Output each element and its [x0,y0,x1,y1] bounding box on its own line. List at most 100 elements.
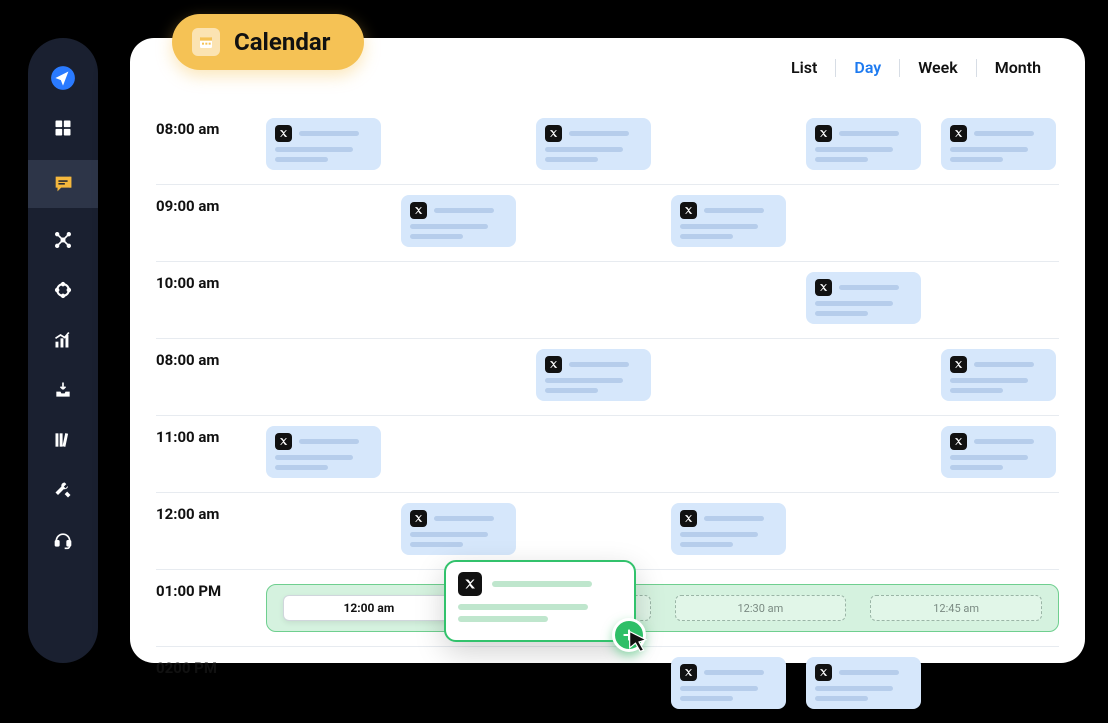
event-card[interactable] [806,272,921,324]
placeholder-line [704,516,764,521]
library-icon[interactable] [45,422,81,458]
placeholder-line [458,604,588,610]
x-platform-icon [950,356,967,373]
x-platform-icon [815,125,832,142]
events-area[interactable] [266,272,1059,328]
placeholder-line [410,532,488,537]
placeholder-line [299,131,359,136]
time-row: 09:00 am [156,185,1059,262]
event-card[interactable] [941,118,1056,170]
placeholder-line [492,581,592,587]
x-platform-icon [680,510,697,527]
event-card[interactable] [671,195,786,247]
compose-event-card[interactable] [444,560,636,642]
placeholder-line [680,532,758,537]
view-tab-day[interactable]: Day [836,58,899,77]
placeholder-line [680,234,733,239]
cursor-pointer-icon [625,628,653,660]
placeholder-line [950,157,1003,162]
placeholder-line [950,455,1028,460]
event-card[interactable] [266,426,381,478]
events-area[interactable]: 12:00 am12:15 am12:30 am12:45 am [266,580,1059,636]
placeholder-line [410,234,463,239]
view-tab-month[interactable]: Month [977,58,1059,77]
target-icon[interactable] [45,272,81,308]
x-platform-icon [545,125,562,142]
placeholder-line [839,670,899,675]
event-card[interactable] [941,349,1056,401]
placeholder-line [545,157,598,162]
headset-icon[interactable] [45,522,81,558]
events-area[interactable] [266,118,1059,174]
placeholder-line [410,224,488,229]
events-area[interactable] [266,503,1059,559]
time-row: 10:00 am [156,262,1059,339]
time-label: 12:00 am [156,503,266,523]
events-area[interactable] [266,349,1059,405]
placeholder-line [815,147,893,152]
placeholder-line [545,388,598,393]
placeholder-line [950,378,1028,383]
placeholder-line [680,542,733,547]
x-platform-icon [458,572,482,596]
time-label: 0200 PM [156,657,266,677]
network-icon[interactable] [45,222,81,258]
events-area[interactable] [266,426,1059,482]
dashboard-icon[interactable] [45,110,81,146]
message-icon[interactable] [28,160,98,208]
placeholder-line [704,208,764,213]
placeholder-line [545,378,623,383]
x-platform-icon [950,433,967,450]
tools-icon[interactable] [45,472,81,508]
x-platform-icon [950,125,967,142]
navigation-icon[interactable] [45,60,81,96]
page-title: Calendar [234,28,330,56]
event-card[interactable] [266,118,381,170]
placeholder-line [815,311,868,316]
time-row: 11:00 am [156,416,1059,493]
time-label: 08:00 am [156,349,266,369]
x-platform-icon [275,433,292,450]
time-slot[interactable]: 12:45 am [870,595,1042,621]
event-card[interactable] [806,657,921,709]
events-area[interactable] [266,195,1059,251]
analytics-icon[interactable] [45,322,81,358]
placeholder-line [950,147,1028,152]
placeholder-line [815,157,868,162]
placeholder-line [950,465,1003,470]
placeholder-line [434,516,494,521]
placeholder-line [410,542,463,547]
event-card[interactable] [671,503,786,555]
time-label: 10:00 am [156,272,266,292]
placeholder-line [839,131,899,136]
placeholder-line [974,362,1034,367]
time-label: 01:00 PM [156,580,266,600]
drop-zone[interactable]: 12:00 am12:15 am12:30 am12:45 am [266,584,1059,632]
x-platform-icon [680,664,697,681]
time-row: 12:00 am [156,493,1059,570]
view-tab-list[interactable]: List [773,58,835,77]
time-slot[interactable]: 12:30 am [675,595,847,621]
calendar-icon [192,28,220,56]
inbox-download-icon[interactable] [45,372,81,408]
time-label: 09:00 am [156,195,266,215]
event-card[interactable] [671,657,786,709]
view-tab-week[interactable]: Week [900,58,975,77]
event-card[interactable] [401,195,516,247]
placeholder-line [569,131,629,136]
x-platform-icon [275,125,292,142]
event-card[interactable] [806,118,921,170]
event-card[interactable] [536,349,651,401]
time-slot[interactable]: 12:00 am [283,595,455,621]
placeholder-line [704,670,764,675]
time-row: 0200 PM [156,647,1059,723]
placeholder-line [545,147,623,152]
view-tabs: ListDayWeekMonth [773,58,1059,77]
placeholder-line [275,157,328,162]
events-area[interactable] [266,657,1059,713]
event-card[interactable] [536,118,651,170]
event-card[interactable] [401,503,516,555]
event-card[interactable] [941,426,1056,478]
placeholder-line [275,455,353,460]
placeholder-line [815,686,893,691]
